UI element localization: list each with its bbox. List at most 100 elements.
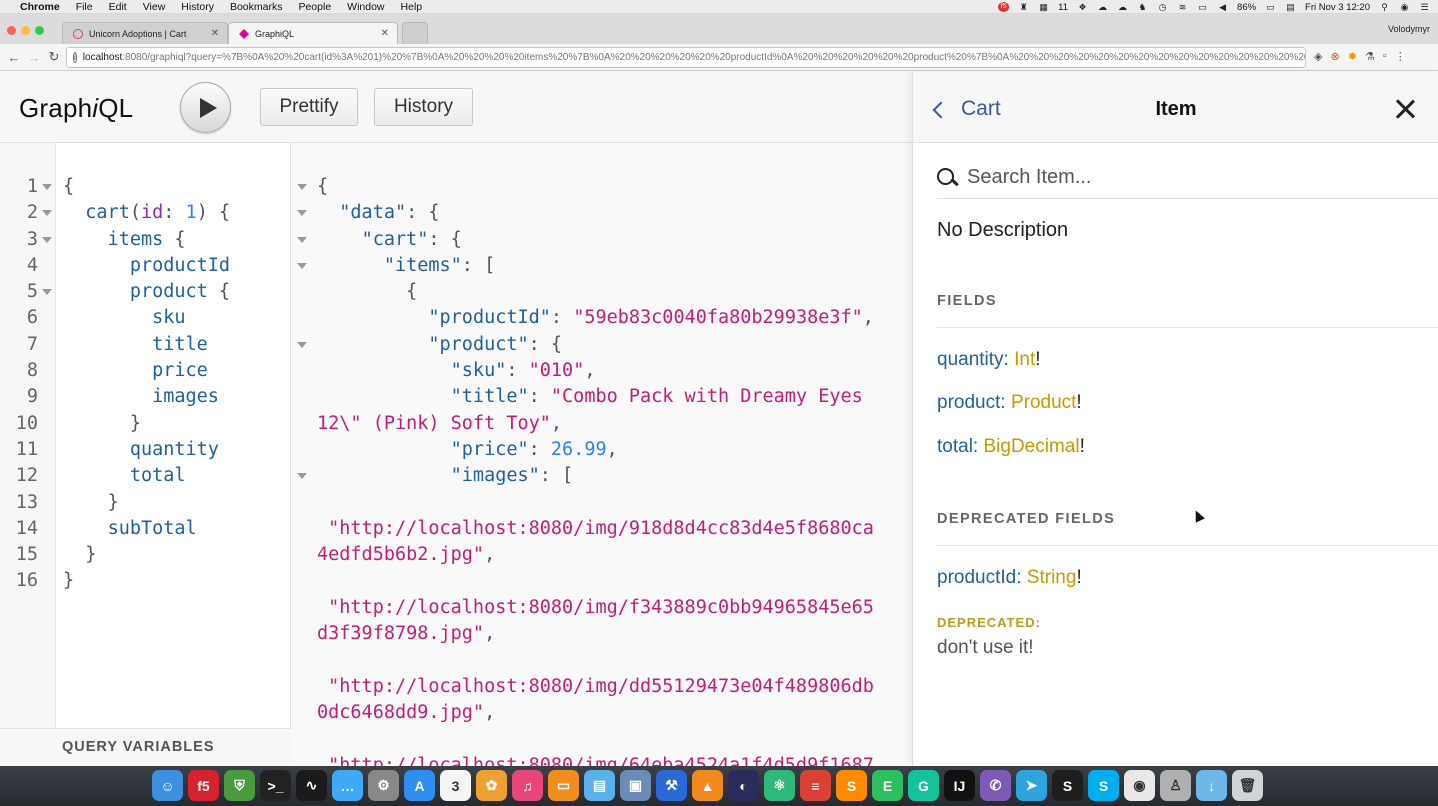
field-type[interactable]: Int <box>1014 349 1035 370</box>
query-code[interactable]: 1{2 cart(id: 1) {3 items {4 productId 5 p… <box>0 174 291 595</box>
chrome-icon[interactable]: ◉ <box>1124 770 1155 801</box>
field-name[interactable]: total <box>937 436 973 457</box>
maximize-window-icon[interactable] <box>35 26 44 35</box>
input-source-flag-icon[interactable]: ▤ <box>1285 2 1296 12</box>
query-line[interactable]: 3 items { <box>0 227 291 253</box>
field-name[interactable]: quantity <box>937 349 1004 370</box>
notification-center-icon[interactable]: ☰ <box>1419 2 1430 12</box>
query-line[interactable]: 4 productId <box>0 253 291 279</box>
tab-unicorn-adoptions[interactable]: Unicorn Adoptions | Cart ✕ <box>62 22 228 44</box>
field-type[interactable]: Product <box>1011 392 1076 413</box>
fold-arrow-icon[interactable] <box>42 184 52 190</box>
menu-edit[interactable]: Edit <box>109 1 127 13</box>
query-line[interactable]: 8 price <box>0 358 291 384</box>
f5-status-icon[interactable]: f5 <box>998 2 1010 12</box>
execute-query-button[interactable] <box>180 82 231 133</box>
site-info-icon[interactable]: i <box>73 52 77 63</box>
evernote-status-icon[interactable]: ♞ <box>1137 2 1148 12</box>
tab-graphiql[interactable]: GraphiQL ✕ <box>228 22 398 44</box>
automator-icon[interactable]: ♙ <box>1160 770 1191 801</box>
query-line[interactable]: 6 sku <box>0 305 291 331</box>
address-bar[interactable]: i localhost:8080/graphiql?query=%7B%0A%2… <box>66 47 1306 68</box>
honey-extension-icon[interactable]: ✹ <box>1348 50 1357 63</box>
query-line[interactable]: 16} <box>0 568 291 594</box>
query-line[interactable]: 7 title <box>0 332 291 358</box>
fold-arrow-icon[interactable] <box>297 473 307 480</box>
dropbox-icon[interactable]: ❖ <box>1077 2 1088 12</box>
app-store-icon[interactable]: A <box>404 770 435 801</box>
close-window-icon[interactable] <box>7 26 16 35</box>
field-type[interactable]: BigDecimal <box>983 436 1079 457</box>
evernote-icon[interactable]: E <box>872 770 903 801</box>
query-line[interactable]: 1{ <box>0 174 291 200</box>
menu-window[interactable]: Window <box>347 1 384 13</box>
system-preferences-icon[interactable]: ⚙ <box>368 770 399 801</box>
fold-arrow-icon[interactable] <box>42 289 52 296</box>
forward-arrow-icon[interactable]: → <box>24 50 44 65</box>
fold-arrow-icon[interactable] <box>42 236 52 243</box>
trash-icon[interactable]: 🗑 <box>1232 770 1263 801</box>
prettify-button[interactable]: Prettify <box>260 88 358 126</box>
menu-file[interactable]: File <box>76 1 93 13</box>
query-line[interactable]: 9 images <box>0 384 291 410</box>
grammarly-icon[interactable]: G <box>908 770 939 801</box>
fold-arrow-icon[interactable] <box>297 341 307 348</box>
query-line[interactable]: 5 product { <box>0 279 291 305</box>
field-type[interactable]: String <box>1027 567 1077 588</box>
menu-chrome[interactable]: Chrome <box>20 1 60 13</box>
tab-close-icon[interactable]: ✕ <box>381 28 389 39</box>
close-icon[interactable] <box>1395 99 1415 119</box>
query-line[interactable]: 13 } <box>0 490 291 516</box>
todoist-icon[interactable]: ≡ <box>800 770 831 801</box>
profile-name[interactable]: Volodymyr <box>1388 24 1430 34</box>
airplay-icon[interactable]: ▭ <box>1197 2 1208 12</box>
activity-monitor-icon[interactable]: ∿ <box>296 770 327 801</box>
history-button[interactable]: History <box>374 88 473 126</box>
extension-status-icon[interactable]: ♜ <box>1018 2 1029 12</box>
viber-icon[interactable]: ✆ <box>980 770 1011 801</box>
adblock-extension-icon[interactable]: ⊗ <box>1330 50 1339 63</box>
dev-extension-icon[interactable]: ⚗ <box>1365 50 1375 63</box>
preview-icon[interactable]: ▤ <box>584 770 615 801</box>
xcode-icon[interactable]: ⚒ <box>656 770 687 801</box>
query-line[interactable]: 2 cart(id: 1) { <box>0 200 291 226</box>
messages-icon[interactable]: … <box>332 770 363 801</box>
clock[interactable]: Fri Nov 3 12:20 <box>1305 2 1370 13</box>
doc-search-input[interactable] <box>967 166 1387 189</box>
chrome-menu-icon[interactable]: ⋮ <box>1395 50 1406 63</box>
calendar-icon[interactable]: 3 <box>440 770 471 801</box>
cloud-sync-icon[interactable]: ☁ <box>1117 2 1128 12</box>
s-app-icon[interactable]: S <box>1052 770 1083 801</box>
pocket-extension-icon[interactable]: ◈ <box>1314 50 1322 63</box>
fold-arrow-icon[interactable] <box>297 262 307 269</box>
query-line[interactable]: 12 total <box>0 463 291 489</box>
fold-arrow-icon[interactable] <box>297 210 307 217</box>
extension-icon[interactable]: ▫ <box>1383 50 1387 63</box>
skype-icon[interactable]: S <box>1088 770 1119 801</box>
field-name[interactable]: product <box>937 392 1000 413</box>
finder-icon[interactable]: ☺ <box>152 770 183 801</box>
downloads-folder-icon[interactable]: ↓ <box>1196 770 1227 801</box>
menu-help[interactable]: Help <box>401 1 423 13</box>
field-name[interactable]: productId <box>937 567 1016 588</box>
shield-app-icon[interactable]: ⛨ <box>224 770 255 801</box>
query-variables-toggle[interactable]: QUERY VARIABLES <box>0 728 291 766</box>
minimize-window-icon[interactable] <box>21 26 30 35</box>
query-line[interactable]: 14 subTotal <box>0 516 291 542</box>
wifi-icon[interactable]: ≋ <box>1177 2 1188 12</box>
photos-icon[interactable]: ✿ <box>476 770 507 801</box>
intellij-icon[interactable]: IJ <box>944 770 975 801</box>
battery-icon[interactable]: ▭ <box>1265 2 1276 12</box>
query-line[interactable]: 15 } <box>0 542 291 568</box>
telegram-icon[interactable]: ➤ <box>1016 770 1047 801</box>
sublime-icon[interactable]: S <box>836 770 867 801</box>
terminal-icon[interactable]: >_ <box>260 770 291 801</box>
atom-icon[interactable]: ⚛ <box>764 770 795 801</box>
battery-percent[interactable]: 86% <box>1237 2 1256 13</box>
itunes-icon[interactable]: ♫ <box>512 770 543 801</box>
query-line[interactable]: 11 quantity <box>0 437 291 463</box>
fold-arrow-icon[interactable] <box>42 210 52 217</box>
time-machine-icon[interactable]: ◷ <box>1157 2 1168 12</box>
fold-arrow-icon[interactable] <box>297 236 307 243</box>
photo-viewer-icon[interactable]: ▣ <box>620 770 651 801</box>
